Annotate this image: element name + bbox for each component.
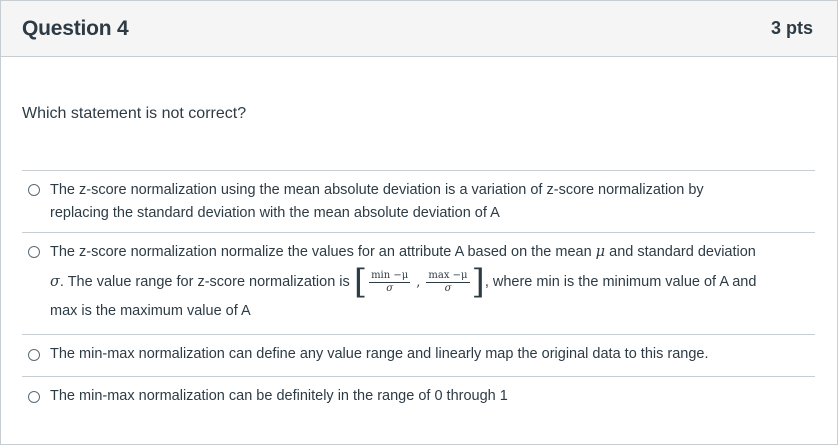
question-header: Question 4 3 pts — [1, 1, 837, 57]
answer-text: The z-score normalization normalize the … — [50, 244, 596, 260]
sigma-symbol: σ — [50, 273, 60, 290]
answer-text: , where min is the minimum value of A an… — [484, 273, 757, 290]
answer-option-2[interactable]: The z-score normalization normalize the … — [22, 232, 815, 334]
answer-text-line: max is the maximum value of A — [50, 303, 251, 319]
answer-text-line: The min-max normalization can define any… — [50, 346, 709, 362]
question-points: 3 pts — [770, 18, 813, 38]
fraction-numerator: min −μ — [369, 269, 411, 283]
answer-text-line: replacing the standard deviation with th… — [50, 205, 500, 221]
formula-fraction-max: max −μ σ — [426, 269, 470, 295]
formula-comma: , — [416, 275, 421, 290]
radio-button[interactable] — [28, 184, 40, 196]
formula-fraction-min: min −μ σ — [369, 269, 411, 295]
question-text: Which statement is not correct? — [22, 105, 247, 122]
answer-option-4[interactable]: The min-max normalization can be definit… — [22, 376, 815, 418]
fraction-denominator: σ — [386, 282, 394, 294]
answer-formula-line: σ. The value range for z-score normaliza… — [50, 264, 815, 300]
fraction-denominator: σ — [444, 282, 452, 294]
formula-bracket-open: [ — [353, 262, 368, 302]
radio-button[interactable] — [28, 349, 40, 361]
answer-text: . The value range for z-score normalizat… — [59, 273, 354, 290]
mu-symbol: μ — [595, 244, 606, 260]
formula-bracket-close: ] — [471, 262, 485, 302]
question-card: Question 4 3 pts Which statement is not … — [0, 0, 838, 445]
question-title: Question 4 — [22, 16, 129, 40]
radio-button[interactable] — [28, 391, 40, 403]
fraction-numerator: max −μ — [426, 269, 470, 283]
answer-text-line: The z-score normalization using the mean… — [50, 182, 704, 198]
answer-text: and standard deviation — [605, 244, 756, 260]
answer-option-3[interactable]: The min-max normalization can define any… — [22, 334, 815, 376]
answer-text-line: The min-max normalization can be definit… — [50, 388, 508, 404]
answer-option-1[interactable]: The z-score normalization using the mean… — [22, 170, 815, 232]
radio-button[interactable] — [28, 246, 40, 258]
answer-text-line: The z-score normalization normalize the … — [50, 241, 815, 264]
answer-list: The z-score normalization using the mean… — [22, 170, 815, 418]
